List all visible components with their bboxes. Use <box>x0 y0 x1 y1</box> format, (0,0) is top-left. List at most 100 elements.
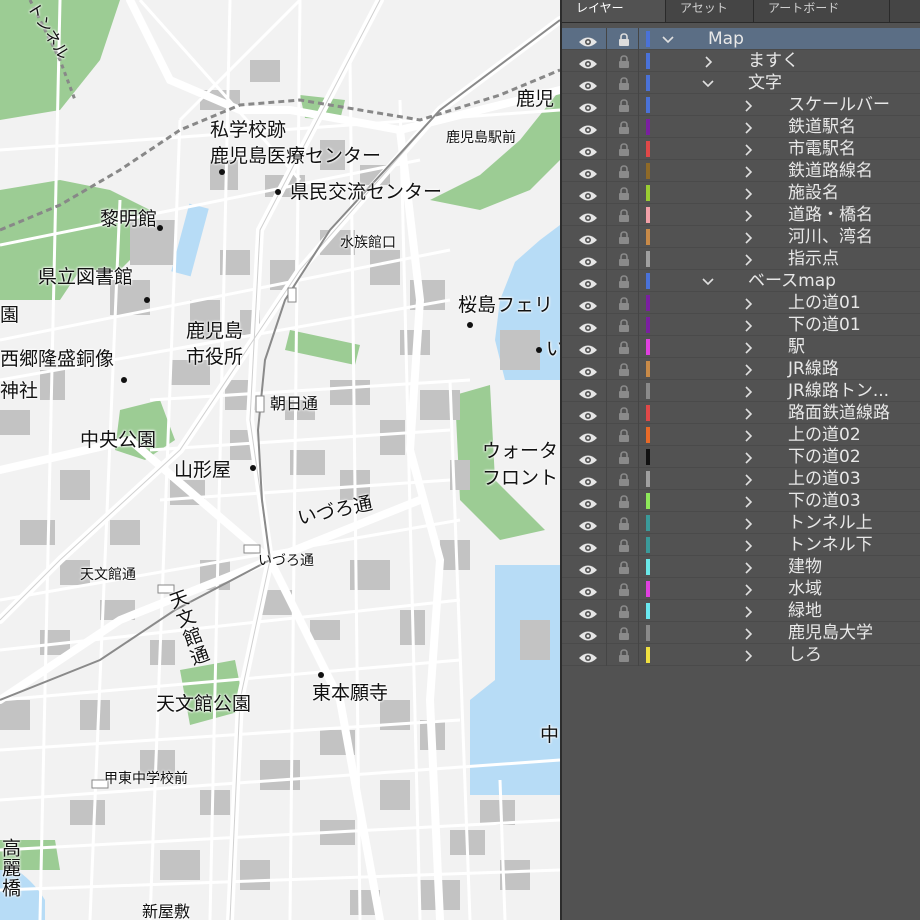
lock-icon[interactable] <box>618 384 630 398</box>
layer-name[interactable]: JR線路 <box>788 359 839 379</box>
layer-row[interactable]: トンネル下 <box>562 534 920 556</box>
chevron-right-icon[interactable] <box>742 560 754 574</box>
eye-icon[interactable] <box>578 495 598 509</box>
layer-name[interactable]: 文字 <box>748 73 782 93</box>
eye-icon[interactable] <box>578 297 598 311</box>
layer-name[interactable]: 水域 <box>788 579 822 599</box>
layer-row[interactable]: 道路・橋名 <box>562 204 920 226</box>
lock-icon[interactable] <box>618 472 630 486</box>
layer-name[interactable]: 駅 <box>788 337 805 357</box>
eye-icon[interactable] <box>578 649 598 663</box>
eye-icon[interactable] <box>578 407 598 421</box>
chevron-right-icon[interactable] <box>742 252 754 266</box>
chevron-right-icon[interactable] <box>742 472 754 486</box>
chevron-right-icon[interactable] <box>742 450 754 464</box>
layer-row[interactable]: 上の道03 <box>562 468 920 490</box>
chevron-right-icon[interactable] <box>742 428 754 442</box>
layer-name[interactable]: 路面鉄道線路 <box>788 403 890 423</box>
eye-icon[interactable] <box>578 275 598 289</box>
lock-icon[interactable] <box>618 428 630 442</box>
layer-row[interactable]: 指示点 <box>562 248 920 270</box>
eye-icon[interactable] <box>578 209 598 223</box>
eye-icon[interactable] <box>578 55 598 69</box>
map-canvas[interactable]: トンネル 鹿児 鹿児島駅前 私学校跡 鹿児島医療センター 県民交流センター 黎明… <box>0 0 560 920</box>
layer-row[interactable]: 鉄道路線名 <box>562 160 920 182</box>
layer-name[interactable]: ますく <box>748 51 799 71</box>
chevron-right-icon[interactable] <box>742 340 754 354</box>
eye-icon[interactable] <box>578 121 598 135</box>
layer-row[interactable]: 施設名 <box>562 182 920 204</box>
layer-row[interactable]: 鉄道駅名 <box>562 116 920 138</box>
eye-icon[interactable] <box>578 473 598 487</box>
layer-name[interactable]: 建物 <box>788 557 822 577</box>
eye-icon[interactable] <box>578 143 598 157</box>
tab-assets[interactable]: アセット <box>666 0 754 22</box>
lock-icon[interactable] <box>618 516 630 530</box>
chevron-right-icon[interactable] <box>742 406 754 420</box>
lock-icon[interactable] <box>618 296 630 310</box>
lock-icon[interactable] <box>618 54 630 68</box>
layer-row[interactable]: 下の道02 <box>562 446 920 468</box>
layer-row[interactable]: 上の道02 <box>562 424 920 446</box>
layer-row[interactable]: スケールバー <box>562 94 920 116</box>
chevron-right-icon[interactable] <box>742 318 754 332</box>
lock-icon[interactable] <box>618 318 630 332</box>
lock-icon[interactable] <box>618 582 630 596</box>
lock-icon[interactable] <box>618 406 630 420</box>
lock-icon[interactable] <box>618 164 630 178</box>
layer-row[interactable]: しろ <box>562 644 920 666</box>
lock-icon[interactable] <box>618 186 630 200</box>
layer-name[interactable]: しろ <box>788 645 822 665</box>
eye-icon[interactable] <box>578 451 598 465</box>
eye-icon[interactable] <box>578 363 598 377</box>
eye-icon[interactable] <box>578 385 598 399</box>
lock-icon[interactable] <box>618 32 630 46</box>
lock-icon[interactable] <box>618 538 630 552</box>
layer-name[interactable]: 上の道02 <box>788 425 861 445</box>
layer-name[interactable]: 上の道01 <box>788 293 861 313</box>
layer-name[interactable]: 市電駅名 <box>788 139 856 159</box>
layer-row[interactable]: 水域 <box>562 578 920 600</box>
tab-layers[interactable]: レイヤー <box>562 0 666 22</box>
layer-name[interactable]: 鉄道駅名 <box>788 117 856 137</box>
lock-icon[interactable] <box>618 120 630 134</box>
lock-icon[interactable] <box>618 626 630 640</box>
chevron-down-icon[interactable] <box>702 274 714 288</box>
chevron-right-icon[interactable] <box>742 648 754 662</box>
tab-artboards[interactable]: アートボード <box>754 0 890 22</box>
lock-icon[interactable] <box>618 76 630 90</box>
layer-name[interactable]: スケールバー <box>788 95 890 115</box>
lock-icon[interactable] <box>618 252 630 266</box>
layer-name[interactable]: 施設名 <box>788 183 839 203</box>
layer-row[interactable]: ベースmap <box>562 270 920 292</box>
eye-icon[interactable] <box>578 539 598 553</box>
layer-name[interactable]: トンネル上 <box>788 513 873 533</box>
layer-name[interactable]: 鹿児島大学 <box>788 623 873 643</box>
chevron-right-icon[interactable] <box>742 208 754 222</box>
eye-icon[interactable] <box>578 517 598 531</box>
eye-icon[interactable] <box>578 341 598 355</box>
eye-icon[interactable] <box>578 231 598 245</box>
lock-icon[interactable] <box>618 560 630 574</box>
eye-icon[interactable] <box>578 627 598 641</box>
layer-name[interactable]: 緑地 <box>788 601 822 621</box>
lock-icon[interactable] <box>618 274 630 288</box>
chevron-right-icon[interactable] <box>742 362 754 376</box>
layer-row[interactable]: 鹿児島大学 <box>562 622 920 644</box>
chevron-right-icon[interactable] <box>742 186 754 200</box>
layer-name[interactable]: 下の道03 <box>788 491 861 511</box>
layer-row[interactable]: 市電駅名 <box>562 138 920 160</box>
chevron-right-icon[interactable] <box>742 384 754 398</box>
eye-icon[interactable] <box>578 165 598 179</box>
chevron-right-icon[interactable] <box>742 142 754 156</box>
layer-row[interactable]: 駅 <box>562 336 920 358</box>
layer-row[interactable]: トンネル上 <box>562 512 920 534</box>
layer-name[interactable]: JR線路トン... <box>788 381 889 401</box>
chevron-down-icon[interactable] <box>662 32 674 46</box>
eye-icon[interactable] <box>578 253 598 267</box>
layer-row[interactable]: 下の道01 <box>562 314 920 336</box>
lock-icon[interactable] <box>618 208 630 222</box>
layer-row[interactable]: 河川、湾名 <box>562 226 920 248</box>
layer-row[interactable]: 緑地 <box>562 600 920 622</box>
lock-icon[interactable] <box>618 604 630 618</box>
